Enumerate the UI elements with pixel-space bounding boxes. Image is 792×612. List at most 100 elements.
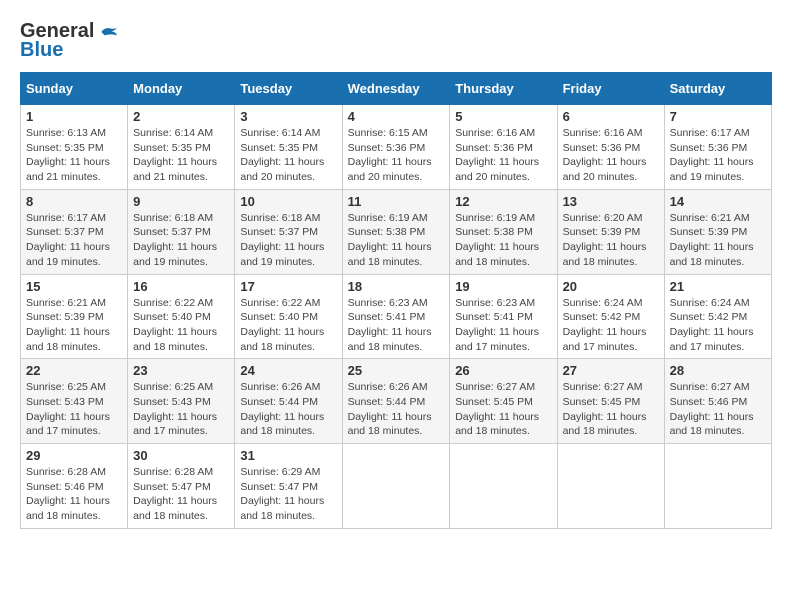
calendar-cell: 22 Sunrise: 6:25 AMSunset: 5:43 PMDayligh… bbox=[21, 359, 128, 444]
logo: General Blue bbox=[20, 20, 118, 62]
day-info: Sunrise: 6:21 AMSunset: 5:39 PMDaylight:… bbox=[670, 211, 766, 270]
day-info: Sunrise: 6:29 AMSunset: 5:47 PMDaylight:… bbox=[240, 465, 336, 524]
day-info: Sunrise: 6:24 AMSunset: 5:42 PMDaylight:… bbox=[563, 296, 659, 355]
day-info: Sunrise: 6:17 AMSunset: 5:37 PMDaylight:… bbox=[26, 211, 122, 270]
calendar-cell: 4 Sunrise: 6:15 AMSunset: 5:36 PMDaylight… bbox=[342, 105, 450, 190]
day-number: 27 bbox=[563, 363, 659, 378]
calendar-cell: 14 Sunrise: 6:21 AMSunset: 5:39 PMDayligh… bbox=[664, 189, 771, 274]
day-info: Sunrise: 6:22 AMSunset: 5:40 PMDaylight:… bbox=[133, 296, 229, 355]
day-info: Sunrise: 6:20 AMSunset: 5:39 PMDaylight:… bbox=[563, 211, 659, 270]
calendar-cell: 3 Sunrise: 6:14 AMSunset: 5:35 PMDaylight… bbox=[235, 105, 342, 190]
calendar-cell: 5Sunrise: 6:16 AMSunset: 5:36 PMDaylight… bbox=[450, 105, 557, 190]
calendar-cell: 11Sunrise: 6:19 AMSunset: 5:38 PMDayligh… bbox=[342, 189, 450, 274]
day-info: Sunrise: 6:27 AMSunset: 5:45 PMDaylight:… bbox=[455, 380, 551, 439]
day-number: 22 bbox=[26, 363, 122, 378]
day-number: 26 bbox=[455, 363, 551, 378]
day-info: Sunrise: 6:18 AMSunset: 5:37 PMDaylight:… bbox=[133, 211, 229, 270]
calendar-cell: 12 Sunrise: 6:19 AMSunset: 5:38 PMDayligh… bbox=[450, 189, 557, 274]
day-info: Sunrise: 6:25 AMSunset: 5:43 PMDaylight:… bbox=[133, 380, 229, 439]
calendar-cell: 20 Sunrise: 6:24 AMSunset: 5:42 PMDayligh… bbox=[557, 274, 664, 359]
day-info: Sunrise: 6:28 AMSunset: 5:46 PMDaylight:… bbox=[26, 465, 122, 524]
day-number: 16 bbox=[133, 279, 229, 294]
calendar-cell: 19Sunrise: 6:23 AMSunset: 5:41 PMDayligh… bbox=[450, 274, 557, 359]
calendar-header-row: SundayMondayTuesdayWednesdayThursdayFrid… bbox=[21, 73, 772, 105]
day-number: 20 bbox=[563, 279, 659, 294]
calendar-cell: 27 Sunrise: 6:27 AMSunset: 5:45 PMDayligh… bbox=[557, 359, 664, 444]
day-number: 21 bbox=[670, 279, 766, 294]
day-number: 25 bbox=[348, 363, 445, 378]
day-info: Sunrise: 6:16 AMSunset: 5:36 PMDaylight:… bbox=[455, 126, 551, 185]
logo-blue: Blue bbox=[20, 39, 63, 62]
day-info: Sunrise: 6:23 AMSunset: 5:41 PMDaylight:… bbox=[348, 296, 445, 355]
day-number: 1 bbox=[26, 109, 122, 124]
day-number: 29 bbox=[26, 448, 122, 463]
day-number: 18 bbox=[348, 279, 445, 294]
calendar-table: SundayMondayTuesdayWednesdayThursdayFrid… bbox=[20, 72, 772, 529]
calendar-cell: 7 Sunrise: 6:17 AMSunset: 5:36 PMDaylight… bbox=[664, 105, 771, 190]
day-info: Sunrise: 6:25 AMSunset: 5:43 PMDaylight:… bbox=[26, 380, 122, 439]
day-number: 2 bbox=[133, 109, 229, 124]
day-info: Sunrise: 6:21 AMSunset: 5:39 PMDaylight:… bbox=[26, 296, 122, 355]
calendar-header-friday: Friday bbox=[557, 73, 664, 105]
calendar-cell bbox=[557, 444, 664, 529]
calendar-header-sunday: Sunday bbox=[21, 73, 128, 105]
calendar-cell: 23Sunrise: 6:25 AMSunset: 5:43 PMDayligh… bbox=[128, 359, 235, 444]
day-info: Sunrise: 6:13 AMSunset: 5:35 PMDaylight:… bbox=[26, 126, 122, 185]
calendar-cell: 28 Sunrise: 6:27 AMSunset: 5:46 PMDayligh… bbox=[664, 359, 771, 444]
day-number: 9 bbox=[133, 194, 229, 209]
calendar-header-tuesday: Tuesday bbox=[235, 73, 342, 105]
calendar-header-saturday: Saturday bbox=[664, 73, 771, 105]
calendar-cell: 30 Sunrise: 6:28 AMSunset: 5:47 PMDayligh… bbox=[128, 444, 235, 529]
day-number: 24 bbox=[240, 363, 336, 378]
calendar-cell bbox=[450, 444, 557, 529]
day-number: 31 bbox=[240, 448, 336, 463]
calendar-cell: 24Sunrise: 6:26 AMSunset: 5:44 PMDayligh… bbox=[235, 359, 342, 444]
calendar-week-5: 29 Sunrise: 6:28 AMSunset: 5:46 PMDayligh… bbox=[21, 444, 772, 529]
calendar-cell: 10 Sunrise: 6:18 AMSunset: 5:37 PMDayligh… bbox=[235, 189, 342, 274]
calendar-cell: 8 Sunrise: 6:17 AMSunset: 5:37 PMDaylight… bbox=[21, 189, 128, 274]
day-info: Sunrise: 6:17 AMSunset: 5:36 PMDaylight:… bbox=[670, 126, 766, 185]
day-info: Sunrise: 6:28 AMSunset: 5:47 PMDaylight:… bbox=[133, 465, 229, 524]
day-number: 10 bbox=[240, 194, 336, 209]
calendar-cell: 31 Sunrise: 6:29 AMSunset: 5:47 PMDayligh… bbox=[235, 444, 342, 529]
day-info: Sunrise: 6:24 AMSunset: 5:42 PMDaylight:… bbox=[670, 296, 766, 355]
day-info: Sunrise: 6:14 AMSunset: 5:35 PMDaylight:… bbox=[133, 126, 229, 185]
calendar-cell bbox=[342, 444, 450, 529]
day-info: Sunrise: 6:27 AMSunset: 5:46 PMDaylight:… bbox=[670, 380, 766, 439]
day-number: 14 bbox=[670, 194, 766, 209]
calendar-cell: 2 Sunrise: 6:14 AMSunset: 5:35 PMDaylight… bbox=[128, 105, 235, 190]
day-info: Sunrise: 6:27 AMSunset: 5:45 PMDaylight:… bbox=[563, 380, 659, 439]
day-number: 6 bbox=[563, 109, 659, 124]
day-info: Sunrise: 6:19 AMSunset: 5:38 PMDaylight:… bbox=[455, 211, 551, 270]
day-info: Sunrise: 6:26 AMSunset: 5:44 PMDaylight:… bbox=[348, 380, 445, 439]
calendar-cell: 21 Sunrise: 6:24 AMSunset: 5:42 PMDayligh… bbox=[664, 274, 771, 359]
calendar-week-4: 22 Sunrise: 6:25 AMSunset: 5:43 PMDayligh… bbox=[21, 359, 772, 444]
day-number: 30 bbox=[133, 448, 229, 463]
calendar-cell: 1 Sunrise: 6:13 AMSunset: 5:35 PMDaylight… bbox=[21, 105, 128, 190]
day-number: 17 bbox=[240, 279, 336, 294]
day-number: 11 bbox=[348, 194, 445, 209]
calendar-week-2: 8 Sunrise: 6:17 AMSunset: 5:37 PMDaylight… bbox=[21, 189, 772, 274]
calendar-cell: 15 Sunrise: 6:21 AMSunset: 5:39 PMDayligh… bbox=[21, 274, 128, 359]
day-info: Sunrise: 6:15 AMSunset: 5:36 PMDaylight:… bbox=[348, 126, 445, 185]
calendar-cell: 25 Sunrise: 6:26 AMSunset: 5:44 PMDayligh… bbox=[342, 359, 450, 444]
calendar-cell: 18 Sunrise: 6:23 AMSunset: 5:41 PMDayligh… bbox=[342, 274, 450, 359]
logo-bird-icon bbox=[98, 22, 118, 42]
day-number: 13 bbox=[563, 194, 659, 209]
calendar-header-thursday: Thursday bbox=[450, 73, 557, 105]
day-number: 7 bbox=[670, 109, 766, 124]
calendar-cell: 26 Sunrise: 6:27 AMSunset: 5:45 PMDayligh… bbox=[450, 359, 557, 444]
calendar-cell: 13 Sunrise: 6:20 AMSunset: 5:39 PMDayligh… bbox=[557, 189, 664, 274]
day-info: Sunrise: 6:14 AMSunset: 5:35 PMDaylight:… bbox=[240, 126, 336, 185]
day-number: 3 bbox=[240, 109, 336, 124]
calendar-cell: 6Sunrise: 6:16 AMSunset: 5:36 PMDaylight… bbox=[557, 105, 664, 190]
calendar-cell bbox=[664, 444, 771, 529]
calendar-week-3: 15 Sunrise: 6:21 AMSunset: 5:39 PMDayligh… bbox=[21, 274, 772, 359]
page-header: General Blue bbox=[20, 20, 772, 62]
day-info: Sunrise: 6:18 AMSunset: 5:37 PMDaylight:… bbox=[240, 211, 336, 270]
day-number: 12 bbox=[455, 194, 551, 209]
day-number: 4 bbox=[348, 109, 445, 124]
day-number: 28 bbox=[670, 363, 766, 378]
day-number: 8 bbox=[26, 194, 122, 209]
day-number: 15 bbox=[26, 279, 122, 294]
